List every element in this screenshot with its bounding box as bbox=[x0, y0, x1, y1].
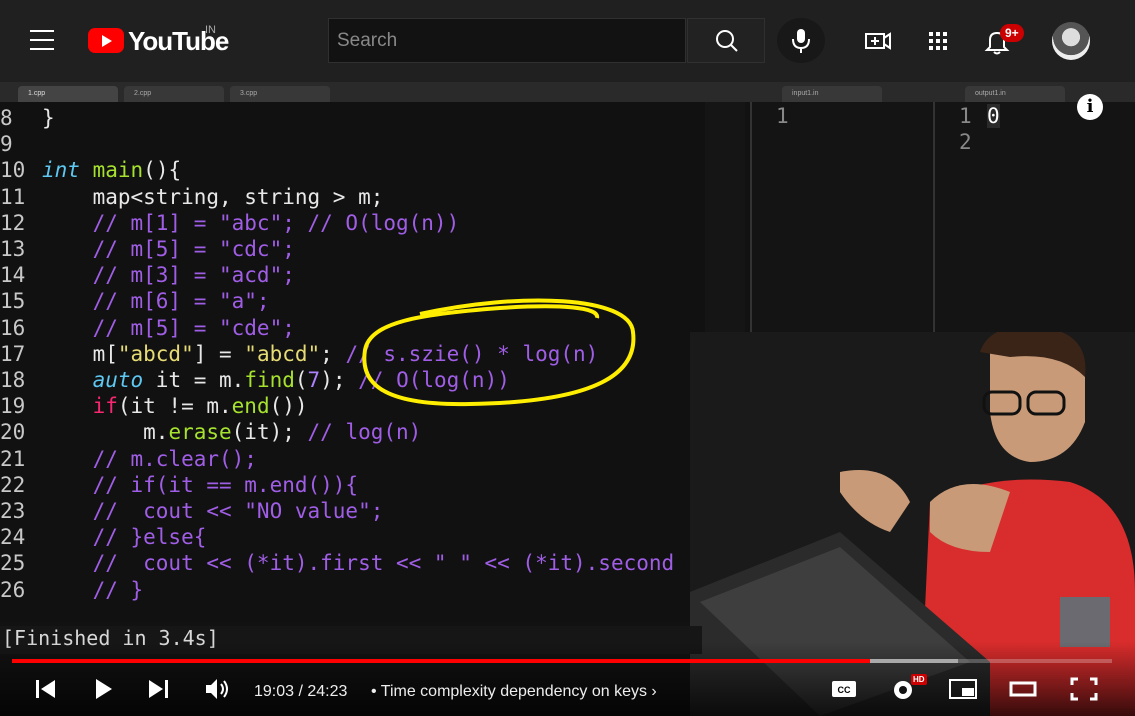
chevron-right-icon: › bbox=[651, 683, 657, 700]
time-display: 19:03 / 24:23 bbox=[254, 683, 348, 700]
next-icon[interactable] bbox=[145, 676, 171, 702]
masthead: YouTube IN 9+ bbox=[0, 0, 1135, 82]
play-icon[interactable] bbox=[90, 676, 116, 702]
miniplayer-icon[interactable] bbox=[948, 676, 978, 702]
create-video-icon[interactable] bbox=[862, 25, 894, 57]
country-code: IN bbox=[205, 24, 216, 36]
voice-search-button[interactable] bbox=[777, 18, 825, 63]
progress-fill bbox=[12, 659, 870, 663]
previous-icon[interactable] bbox=[33, 676, 59, 702]
info-icon[interactable]: i bbox=[1077, 94, 1103, 120]
hamburger-icon[interactable] bbox=[30, 30, 54, 50]
progress-bar[interactable] bbox=[12, 659, 1112, 663]
chapter-title: Time complexity dependency on keys bbox=[380, 683, 647, 700]
fullscreen-icon[interactable] bbox=[1069, 676, 1099, 702]
search-button[interactable] bbox=[687, 18, 765, 63]
svg-text:CC: CC bbox=[838, 685, 851, 695]
theater-mode-icon[interactable] bbox=[1008, 676, 1038, 702]
hd-badge: HD bbox=[911, 674, 927, 685]
volume-icon[interactable] bbox=[203, 676, 233, 702]
chapter-bullet: • bbox=[371, 683, 377, 700]
chapter-title-button[interactable]: • Time complexity dependency on keys › bbox=[371, 683, 657, 701]
notification-count-badge: 9+ bbox=[1000, 24, 1024, 42]
captions-icon[interactable]: CC bbox=[830, 676, 858, 702]
search-input[interactable] bbox=[328, 18, 686, 63]
progress-buffer bbox=[870, 659, 958, 663]
search-icon bbox=[716, 30, 738, 52]
apps-grid-icon[interactable] bbox=[922, 25, 954, 57]
microphone-icon bbox=[792, 29, 810, 53]
youtube-logo-icon[interactable] bbox=[88, 28, 124, 53]
video-player[interactable]: 1.cpp 2.cpp 3.cpp input1.in output1.in 8… bbox=[0, 82, 1135, 716]
avatar[interactable] bbox=[1052, 22, 1090, 60]
